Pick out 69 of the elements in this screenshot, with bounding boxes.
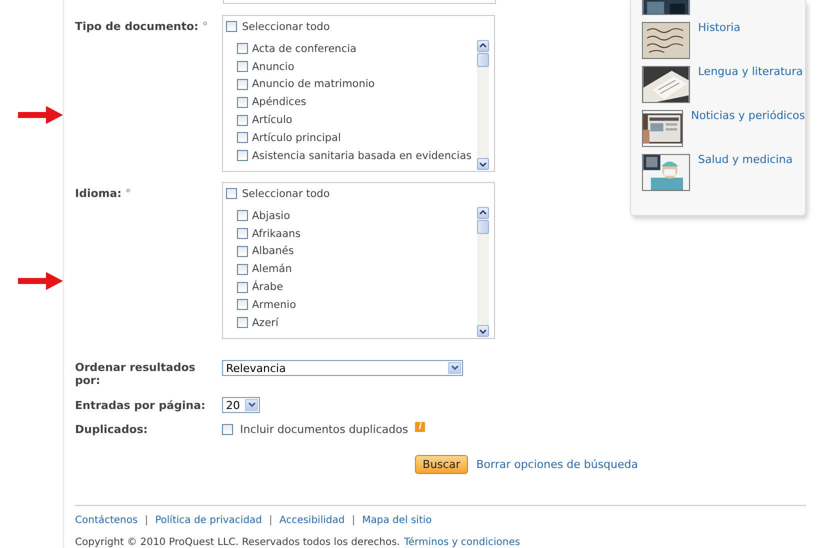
scrollbar[interactable] [477, 40, 489, 170]
select-all-label: Seleccionar todo [242, 20, 330, 32]
terms-link[interactable]: Términos y condiciones [404, 537, 520, 548]
checkbox[interactable] [237, 317, 248, 328]
footer-link[interactable]: Accesibilidad [279, 515, 345, 526]
caret-down-icon [450, 365, 458, 371]
footer-link[interactable]: Política de privacidad [155, 515, 262, 526]
scroll-down-button[interactable] [477, 158, 489, 170]
option-label: Artículo [252, 114, 292, 126]
option-label: Azerí [252, 316, 278, 329]
category-link[interactable]: Noticias y periódicos [690, 109, 805, 122]
option-label: Afrikaans [252, 228, 301, 240]
scroll-up-button[interactable] [477, 207, 489, 219]
field-label: Tipo de documento: ° [75, 20, 209, 33]
option-label: Asistencia sanitaria basada en evidencias [252, 150, 472, 162]
checkbox[interactable] [237, 264, 248, 275]
option-label: Anuncio [252, 60, 294, 73]
separator: | [352, 515, 356, 526]
scroll-thumb[interactable] [477, 220, 489, 234]
field-label: Entradas por página: [75, 399, 206, 412]
category-link[interactable]: Lengua y literatura [698, 65, 803, 78]
option-label: Apéndices [252, 96, 306, 108]
scroll-up-button[interactable] [477, 40, 489, 52]
pointer-arrow [18, 272, 64, 290]
checkbox[interactable] [237, 61, 248, 72]
separator: | [144, 515, 148, 526]
footer-link[interactable]: Mapa del sitio [362, 515, 432, 526]
category-link[interactable]: Historia [698, 21, 740, 34]
option-label: Abjasio [252, 210, 290, 222]
caret-down-icon [248, 402, 256, 408]
option-label: Albanés [252, 245, 294, 258]
checkbox[interactable] [237, 43, 248, 54]
option-label: Armenio [252, 298, 296, 311]
option-label: Árabe [252, 281, 284, 294]
field-box[interactable] [223, 0, 496, 4]
checkbox[interactable] [222, 424, 233, 435]
field-label: Ordenar resultados por: [75, 361, 196, 387]
checkbox[interactable] [237, 150, 248, 162]
scroll-thumb[interactable] [477, 53, 489, 67]
dropdown[interactable]: Relevancia [222, 360, 463, 376]
footer-link[interactable]: Contáctenos [75, 515, 138, 526]
clear-options-link[interactable]: Borrar opciones de búsqueda [476, 458, 638, 471]
copyright-text: Copyright © 2010 ProQuest LLC. Reservados todos los derechos. [75, 537, 400, 548]
option-label: Anuncio de matrimonio [252, 78, 375, 90]
checkbox[interactable] [237, 299, 248, 310]
category-link[interactable]: Salud y medicina [698, 153, 793, 166]
checkbox[interactable] [237, 210, 248, 222]
checkbox[interactable] [237, 132, 248, 144]
scrollbar[interactable] [477, 207, 489, 337]
option-label: Alemán [252, 263, 292, 276]
pointer-arrow [18, 106, 64, 124]
checkbox[interactable] [237, 246, 248, 257]
checkbox[interactable] [237, 96, 248, 108]
dropdown[interactable]: 20 [222, 397, 260, 413]
field-label: Duplicados: [75, 423, 149, 436]
option-label: Acta de conferencia [252, 42, 356, 55]
checkbox[interactable] [237, 114, 248, 126]
select-all-label: Seleccionar todo [242, 188, 330, 200]
checkbox[interactable] [226, 21, 237, 32]
checkbox[interactable] [237, 228, 248, 240]
search-button[interactable]: Buscar [414, 455, 468, 474]
option-label: Incluir documentos duplicados [240, 423, 408, 436]
option-label: Artículo principal [252, 132, 341, 144]
separator: | [269, 515, 272, 526]
checkbox[interactable] [226, 188, 237, 199]
checkbox[interactable] [237, 282, 248, 293]
field-label: Idioma: ° [75, 187, 132, 200]
checkbox[interactable] [237, 78, 248, 90]
scroll-down-button[interactable] [477, 325, 489, 337]
